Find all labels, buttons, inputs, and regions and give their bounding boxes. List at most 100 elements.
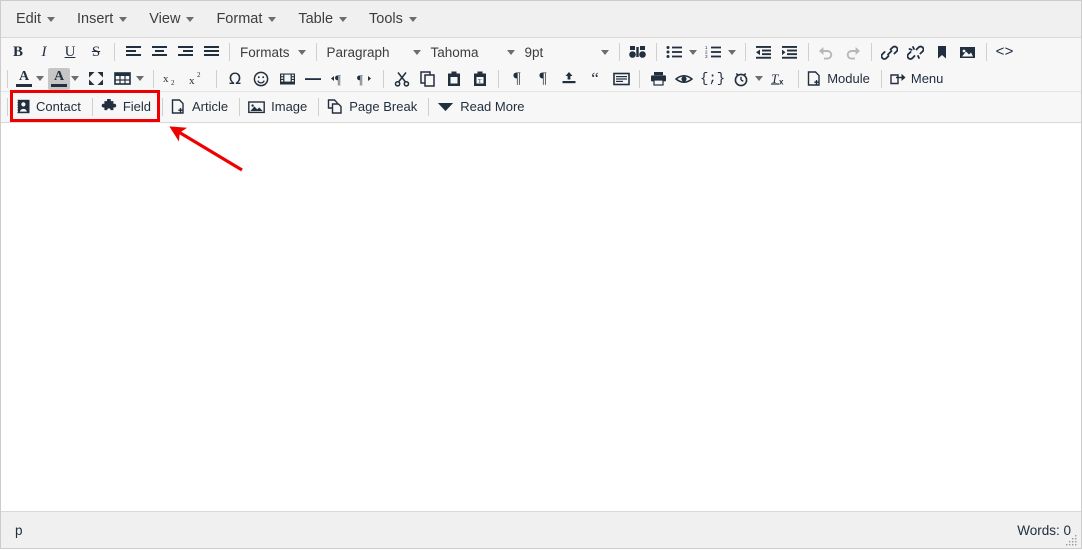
numbered-list-icon: 1 2 3 [705,45,722,59]
numbered-list-button[interactable]: 1 2 3 [701,40,727,64]
block-format-dropdown[interactable]: Paragraph [322,40,426,64]
align-left-button[interactable] [120,40,146,64]
editor-content-area[interactable] [1,123,1081,511]
visual-characters-button[interactable]: ¶ [530,67,556,91]
font-size-dropdown[interactable]: 9pt [520,40,614,64]
toolbar-separator [229,43,230,61]
toolbar-separator [239,98,240,116]
numbered-list-options-caret[interactable] [728,50,736,55]
chevron-down-icon [119,17,127,22]
print-button[interactable] [645,67,671,91]
cut-button[interactable] [389,67,415,91]
blockquote-icon: “ [591,74,599,84]
toolbar-separator [114,43,115,61]
bold-button[interactable]: B [5,40,31,64]
toolbar-button-page-break[interactable]: Page Break [324,95,423,119]
formats-dropdown[interactable]: Formats [235,40,311,64]
underline-button[interactable]: U [57,40,83,64]
undo-button[interactable] [814,40,840,64]
italic-button[interactable]: I [31,40,57,64]
superscript-button[interactable]: x 2 [185,67,211,91]
insert-datetime-button[interactable] [728,67,754,91]
horizontal-rule-button[interactable] [300,67,326,91]
svg-text:2: 2 [171,79,175,86]
import-button[interactable] [556,67,582,91]
menu-view[interactable]: View [138,7,205,31]
emoticons-button[interactable] [248,67,274,91]
toolbar-button-read-more[interactable]: Read More [434,95,530,119]
unlink-button[interactable] [903,40,929,64]
toolbar-separator [316,43,317,61]
toolbar-separator [639,70,640,88]
visual-blocks-button[interactable]: ¶ [504,67,530,91]
insert-link-button[interactable] [877,40,903,64]
menu-edit[interactable]: Edit [5,7,66,31]
menu-format[interactable]: Format [205,7,287,31]
backcolor-button[interactable]: A [48,68,70,90]
chevron-down-icon [298,50,306,55]
toolbar-button-article[interactable]: Article [168,95,234,119]
menu-table[interactable]: Table [287,7,358,31]
ltr-button[interactable]: ¶ [326,67,352,91]
indent-button[interactable] [777,40,803,64]
rtl-button[interactable]: ¶ [352,67,378,91]
preview-button[interactable] [671,67,697,91]
forecolor-swatch [16,84,32,87]
fullscreen-button[interactable] [83,67,109,91]
menubar: Edit Insert View Format Table Tools [1,1,1081,38]
redo-button[interactable] [840,40,866,64]
blockquote-button[interactable]: “ [582,67,608,91]
code-format-button[interactable]: {;} [697,67,728,91]
fullscreen-icon [88,71,104,86]
align-center-button[interactable] [146,40,172,64]
svg-text:x: x [189,75,195,86]
menu-button[interactable]: Menu [887,67,950,91]
forecolor-button[interactable]: A [13,68,35,90]
bullet-list-options-caret[interactable] [689,50,697,55]
align-right-button[interactable] [172,40,198,64]
backcolor-options-caret[interactable] [71,76,79,81]
toolbar-separator [808,43,809,61]
insert-image-button[interactable] [955,40,981,64]
element-path[interactable]: p [15,523,23,538]
copy-button[interactable] [415,67,441,91]
template-button[interactable] [608,67,634,91]
import-icon [561,71,577,86]
toolbar-button-contact[interactable]: Contact [13,95,87,119]
undo-icon [818,45,835,60]
special-character-button[interactable]: Ω [222,67,248,91]
bullet-list-button[interactable] [662,40,688,64]
editor-body-text[interactable] [1,123,1081,143]
toolbar-separator [383,70,384,88]
align-justify-button[interactable] [198,40,224,64]
strikethrough-icon: S [92,44,100,61]
outdent-button[interactable] [751,40,777,64]
resize-handle[interactable] [1066,534,1078,546]
svg-text:x: x [163,73,169,85]
toolbar-separator [798,70,799,88]
insert-media-button[interactable] [274,67,300,91]
font-family-dropdown[interactable]: Tahoma [426,40,520,64]
toolbar-button-field[interactable]: Field [98,95,157,119]
menu-insert[interactable]: Insert [66,7,138,31]
module-button[interactable]: Module [804,67,876,91]
paste-icon [446,71,462,87]
forecolor-options-caret[interactable] [36,76,44,81]
table-button[interactable] [109,67,135,91]
toolbar-button-image[interactable]: Image [245,95,313,119]
search-replace-button[interactable] [625,40,651,64]
strikethrough-button[interactable]: S [83,40,109,64]
remove-format-button[interactable]: T x [767,67,793,91]
toolbar-separator [216,70,217,88]
subscript-button[interactable]: x 2 [159,67,185,91]
paste-as-text-button[interactable]: T [467,67,493,91]
toolbar-separator [318,98,319,116]
insert-datetime-options-caret[interactable] [755,76,763,81]
paste-button[interactable] [441,67,467,91]
anchor-button[interactable] [929,40,955,64]
table-options-caret[interactable] [136,76,144,81]
toolbar-separator [7,98,8,116]
word-count[interactable]: Words: 0 [1017,523,1071,538]
menu-tools[interactable]: Tools [358,7,428,31]
source-code-button[interactable]: <> [992,40,1018,64]
